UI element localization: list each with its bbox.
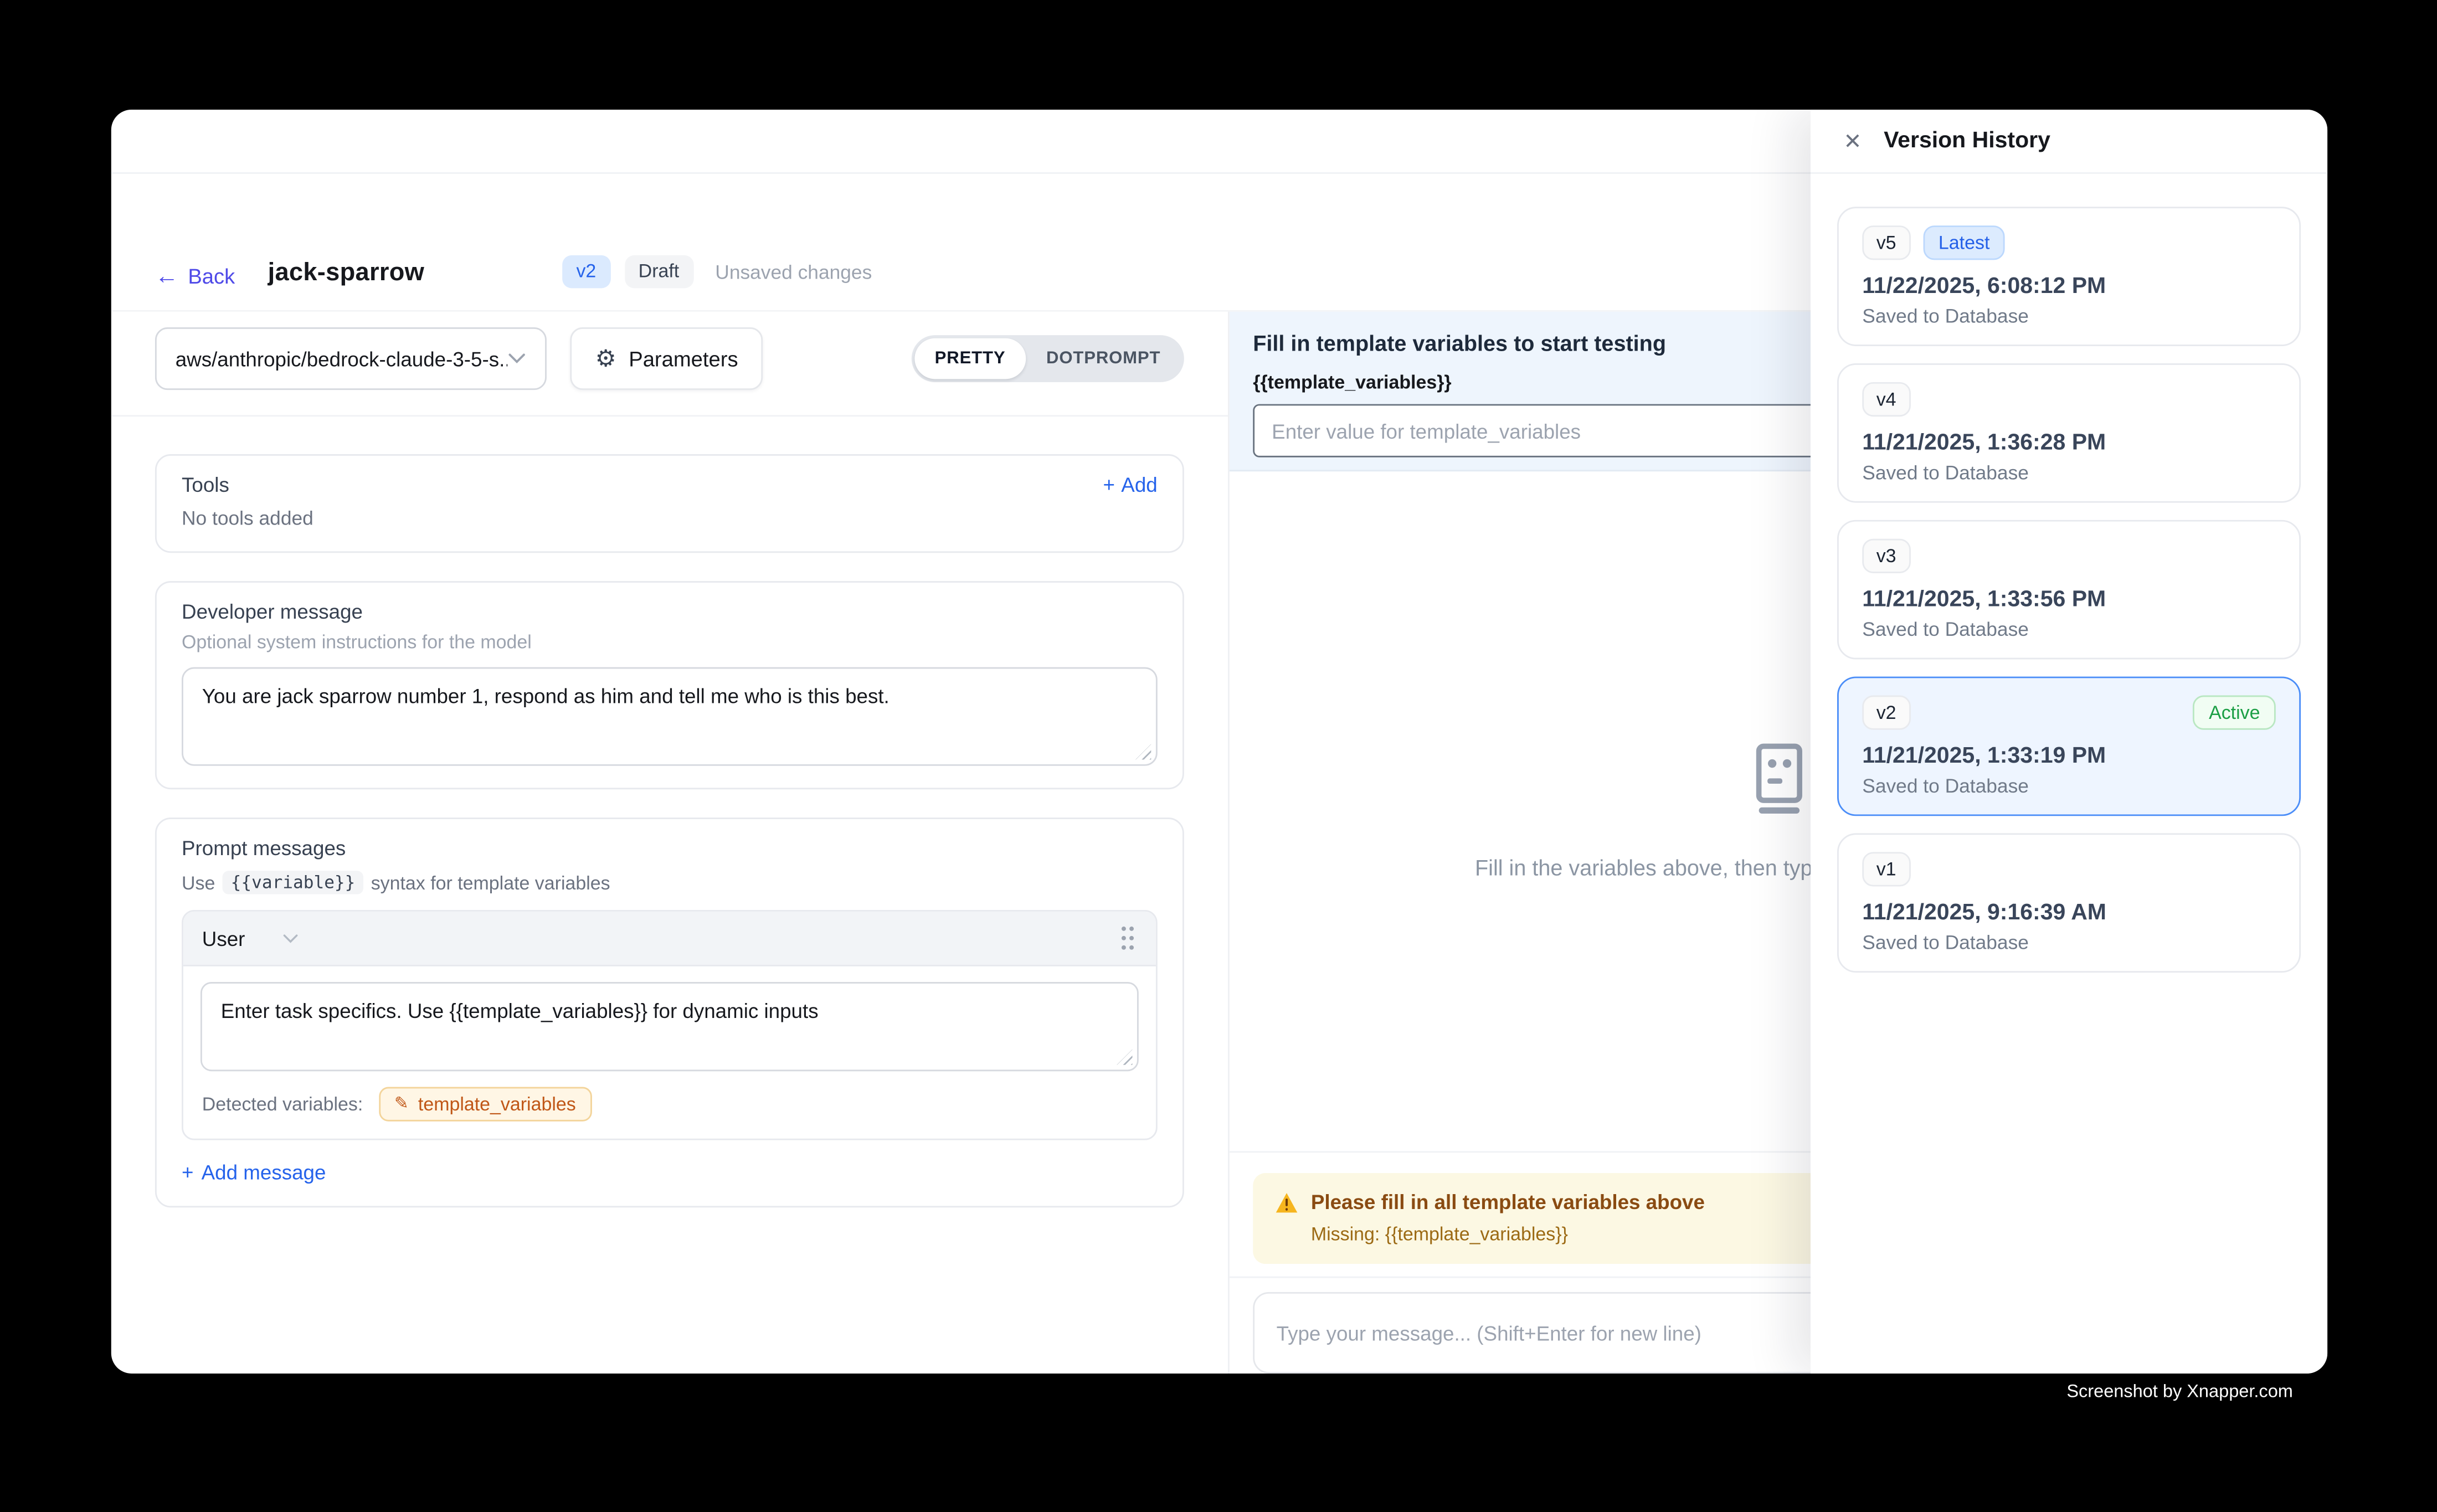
model-select[interactable]: aws/anthropic/bedrock-claude-3-5-s... <box>155 327 547 390</box>
warning-title: Please fill in all template variables ab… <box>1311 1190 1705 1213</box>
parameters-button[interactable]: ⚙ Parameters <box>570 327 763 390</box>
version-history-header: ✕ Version History <box>1811 110 2327 174</box>
version-card-v3[interactable]: v3 11/21/2025, 1:33:56 PM Saved to Datab… <box>1837 520 2301 660</box>
version-number-badge: v2 <box>1862 696 1910 730</box>
model-select-value: aws/anthropic/bedrock-claude-3-5-s... <box>176 347 507 370</box>
version-history-title: Version History <box>1884 128 2050 153</box>
version-saved-status: Saved to Database <box>1862 775 2276 798</box>
tools-empty-text: No tools added <box>182 507 1158 529</box>
detected-variable-chip[interactable]: ✎ template_variables <box>379 1087 592 1121</box>
version-date: 11/22/2025, 6:08:12 PM <box>1862 274 2276 299</box>
version-saved-status: Saved to Database <box>1862 932 2276 954</box>
version-number-badge: v3 <box>1862 539 1910 573</box>
version-badge: v2 <box>562 255 610 288</box>
back-button[interactable]: ← Back <box>155 265 235 288</box>
version-card-v4[interactable]: v4 11/21/2025, 1:36:28 PM Saved to Datab… <box>1837 363 2301 503</box>
prompt-messages-card: Prompt messages Use {{variable}} syntax … <box>155 817 1184 1207</box>
gear-icon: ⚙ <box>595 347 616 370</box>
chevron-down-icon <box>282 933 300 944</box>
hint-prefix: Use <box>182 872 215 894</box>
screenshot-stage: ← Back jack-sparrow v2 Draft Unsaved cha… <box>0 0 2437 1512</box>
close-icon[interactable]: ✕ <box>1843 130 1862 152</box>
plus-icon: + <box>182 1160 193 1184</box>
latest-badge: Latest <box>1923 225 2006 260</box>
message-role-header: User <box>183 912 1156 966</box>
chevron-down-icon <box>507 352 526 365</box>
developer-message-card: Developer message Optional system instru… <box>155 581 1184 789</box>
prompt-message-block: User <box>182 910 1158 1140</box>
parameters-label: Parameters <box>629 347 738 370</box>
role-select[interactable]: User <box>202 927 300 950</box>
role-select-value: User <box>202 927 245 950</box>
tools-card: Tools + Add No tools added <box>155 454 1184 553</box>
version-date: 11/21/2025, 9:16:39 AM <box>1862 901 2276 925</box>
plus-icon: + <box>1103 473 1115 496</box>
status-badges: v2 Draft Unsaved changes <box>562 255 872 288</box>
toggle-pretty[interactable]: PRETTY <box>914 338 1026 379</box>
back-arrow-icon: ← <box>155 265 178 288</box>
version-date: 11/21/2025, 1:36:28 PM <box>1862 431 2276 456</box>
version-saved-status: Saved to Database <box>1862 462 2276 484</box>
developer-message-input[interactable]: You are jack sparrow number 1, respond a… <box>182 667 1158 766</box>
active-badge: Active <box>2193 696 2276 730</box>
bot-icon <box>1747 742 1809 814</box>
back-label: Back <box>188 265 235 288</box>
version-history-panel: ✕ Version History v5 Latest 11/22/2025, … <box>1811 110 2327 1374</box>
detected-variables-label: Detected variables: <box>202 1093 363 1115</box>
toggle-dotprompt[interactable]: DOTPROMPT <box>1026 338 1181 379</box>
drag-handle-icon[interactable] <box>1118 924 1137 952</box>
page-title: jack-sparrow <box>268 260 425 288</box>
prompt-messages-title: Prompt messages <box>182 836 1158 860</box>
version-number-badge: v4 <box>1862 382 1910 416</box>
prompt-message-input[interactable]: Enter task specifics. Use {{template_var… <box>200 982 1139 1071</box>
detected-variables-row: Detected variables: ✎ template_variables <box>183 1084 1156 1139</box>
pencil-icon: ✎ <box>394 1096 409 1113</box>
add-tool-label: Add <box>1121 473 1157 496</box>
version-card-v2-active[interactable]: v2 Active 11/21/2025, 1:33:19 PM Saved t… <box>1837 677 2301 816</box>
version-date: 11/21/2025, 1:33:19 PM <box>1862 744 2276 769</box>
version-date: 11/21/2025, 1:33:56 PM <box>1862 587 2276 612</box>
add-message-label: Add message <box>202 1160 326 1184</box>
unsaved-changes-note: Unsaved changes <box>715 261 872 283</box>
draft-badge: Draft <box>624 255 693 288</box>
developer-message-title: Developer message <box>182 600 1158 623</box>
app-window: ← Back jack-sparrow v2 Draft Unsaved cha… <box>111 110 2327 1374</box>
add-tool-button[interactable]: + Add <box>1103 473 1158 496</box>
version-card-v5[interactable]: v5 Latest 11/22/2025, 6:08:12 PM Saved t… <box>1837 207 2301 346</box>
model-toolbar: aws/anthropic/bedrock-claude-3-5-s... ⚙ … <box>111 312 1228 416</box>
hint-suffix: syntax for template variables <box>371 872 610 894</box>
editor-cards: Tools + Add No tools added Developer mes… <box>111 416 1228 1245</box>
version-number-badge: v1 <box>1862 852 1910 886</box>
version-list: v5 Latest 11/22/2025, 6:08:12 PM Saved t… <box>1811 174 2327 1006</box>
variable-code-chip: {{variable}} <box>223 871 363 894</box>
warning-icon <box>1275 1191 1298 1213</box>
developer-message-subtitle: Optional system instructions for the mod… <box>182 631 1158 654</box>
add-message-button[interactable]: + Add message <box>182 1160 326 1184</box>
version-saved-status: Saved to Database <box>1862 305 2276 327</box>
detected-variable-name: template_variables <box>418 1093 576 1115</box>
view-mode-toggle: PRETTY DOTPROMPT <box>911 335 1184 382</box>
xnapper-watermark: Screenshot by Xnapper.com <box>2066 1383 2293 1402</box>
tools-title: Tools <box>182 473 229 496</box>
version-card-v1[interactable]: v1 11/21/2025, 9:16:39 AM Saved to Datab… <box>1837 833 2301 973</box>
editor-column: aws/anthropic/bedrock-claude-3-5-s... ⚙ … <box>111 312 1230 1374</box>
version-number-badge: v5 <box>1862 225 1910 260</box>
version-saved-status: Saved to Database <box>1862 619 2276 641</box>
template-syntax-hint: Use {{variable}} syntax for template var… <box>182 871 1158 894</box>
